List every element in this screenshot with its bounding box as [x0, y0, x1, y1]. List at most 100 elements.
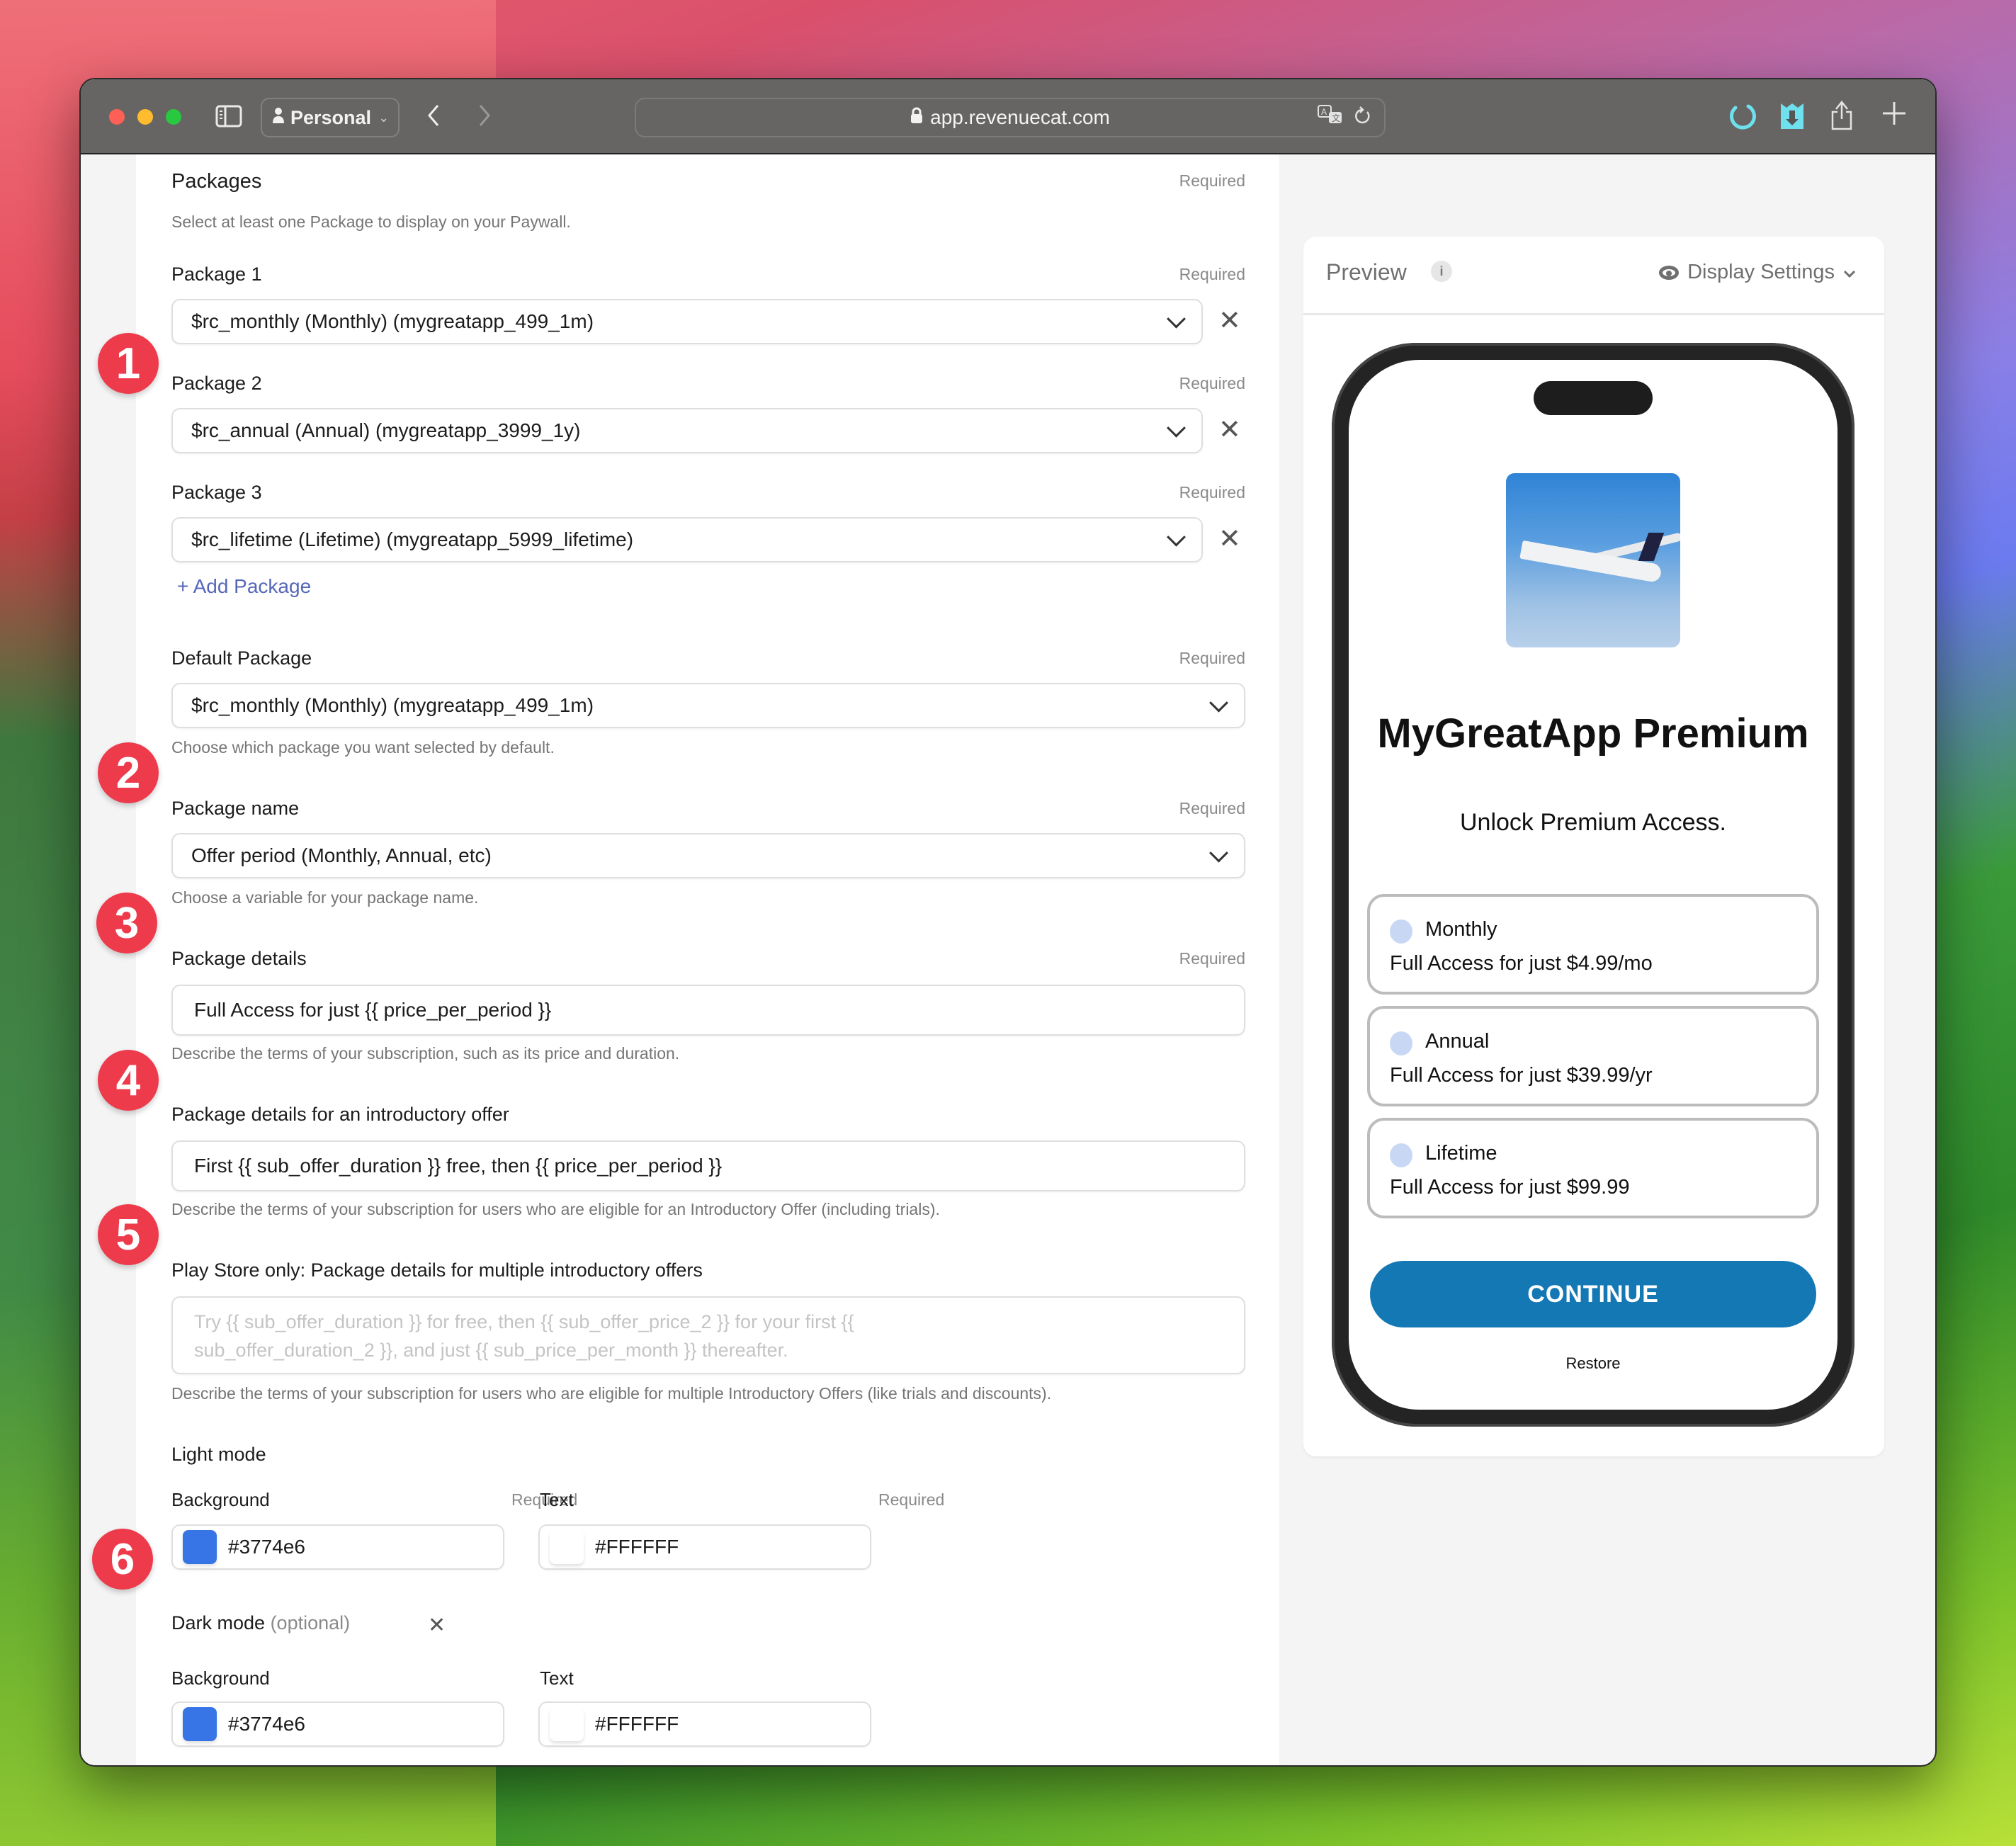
package-name-select[interactable]: Offer period (Monthly, Annual, etc) [171, 833, 1245, 878]
step-badge-3: 3 [96, 893, 157, 953]
chevron-down-icon [1167, 418, 1186, 438]
light-text-swatch[interactable] [550, 1530, 584, 1564]
plan-name: Lifetime [1425, 1142, 1497, 1165]
profile-switcher[interactable]: Personal ⌄ [261, 98, 400, 137]
multi-intro-placeholder-line-1: Try {{ sub_offer_duration }} for free, t… [194, 1311, 854, 1332]
package-2-label: Package 2 [171, 373, 262, 394]
display-settings-dropdown[interactable]: Display Settings [1659, 261, 1856, 284]
light-background-swatch[interactable] [183, 1530, 217, 1564]
dark-text-label: Text [540, 1667, 574, 1689]
package-details-input[interactable]: Full Access for just {{ price_per_period… [171, 985, 1245, 1036]
plan-option-lifetime[interactable]: Lifetime Full Access for just $99.99 [1367, 1118, 1819, 1218]
required-label: Required [878, 1490, 945, 1509]
dark-background-swatch[interactable] [183, 1707, 217, 1741]
reload-icon[interactable] [1353, 105, 1371, 133]
new-tab-icon[interactable] [1881, 101, 1907, 130]
required-label: Required [1179, 171, 1245, 190]
intro-offer-help: Describe the terms of your subscription … [171, 1200, 940, 1218]
address-bar[interactable]: app.revenuecat.com A文 [635, 98, 1386, 137]
plan-description: Full Access for just $99.99 [1390, 1176, 1630, 1199]
plan-description: Full Access for just $4.99/mo [1390, 952, 1653, 975]
continue-button[interactable]: CONTINUE [1370, 1261, 1816, 1327]
package-2-select[interactable]: $rc_annual (Annual) (mygreatapp_3999_1y) [171, 408, 1203, 453]
chevron-down-icon [1209, 843, 1228, 863]
default-package-label: Default Package [171, 647, 312, 669]
plan-option-monthly[interactable]: Monthly Full Access for just $4.99/mo [1367, 894, 1819, 995]
hero-image-airplane [1506, 473, 1680, 647]
add-package-link[interactable]: + Add Package [177, 575, 311, 598]
zoom-window-button[interactable] [166, 109, 181, 125]
extension-icon[interactable] [1779, 102, 1805, 135]
dark-background-color-input[interactable]: #3774e6 [171, 1701, 504, 1747]
browser-window: Personal ⌄ app.revenuecat.com A文 Package… [79, 78, 1937, 1767]
paywall-subtitle: Unlock Premium Access. [1460, 809, 1726, 836]
chevron-down-icon [1167, 309, 1186, 329]
dark-mode-optional: (optional) [270, 1612, 351, 1633]
multi-intro-textarea[interactable]: Try {{ sub_offer_duration }} for free, t… [171, 1296, 1245, 1374]
profile-label: Personal [290, 106, 372, 128]
restore-link[interactable]: Restore [1349, 1354, 1837, 1373]
package-3-select[interactable]: $rc_lifetime (Lifetime) (mygreatapp_5999… [171, 517, 1203, 562]
eye-icon [1659, 265, 1680, 280]
light-text-value: #FFFFFF [595, 1536, 679, 1558]
radio-icon [1390, 1143, 1412, 1167]
package-1-label: Package 1 [171, 264, 262, 285]
plan-option-annual[interactable]: Annual Full Access for just $39.99/yr [1367, 1006, 1819, 1106]
dark-mode-title: Dark mode (optional) [171, 1612, 350, 1634]
required-label: Required [1179, 374, 1245, 392]
dark-text-swatch[interactable] [550, 1707, 584, 1741]
required-label: Required [1179, 949, 1245, 968]
paywall-form-panel: Packages Required Select at least one Pa… [136, 154, 1279, 1765]
packages-help: Select at least one Package to display o… [171, 213, 571, 231]
package-2-value: $rc_annual (Annual) (mygreatapp_3999_1y) [191, 419, 581, 441]
package-1-select[interactable]: $rc_monthly (Monthly) (mygreatapp_499_1m… [171, 299, 1203, 344]
default-package-select[interactable]: $rc_monthly (Monthly) (mygreatapp_499_1m… [171, 683, 1245, 728]
remove-package-1-button[interactable]: ✕ [1218, 307, 1241, 334]
package-1-value: $rc_monthly (Monthly) (mygreatapp_499_1m… [191, 310, 594, 332]
translate-icon[interactable]: A文 [1318, 105, 1343, 133]
minimize-window-button[interactable] [137, 109, 153, 125]
light-background-label: Background [171, 1489, 270, 1510]
multi-intro-placeholder-line-2: sub_offer_duration_2 }}, and just {{ sub… [194, 1340, 788, 1361]
phone-mockup: MyGreatApp Premium Unlock Premium Access… [1332, 343, 1854, 1427]
back-icon[interactable] [426, 103, 441, 132]
chevron-down-icon: ⌄ [378, 110, 390, 125]
preview-title: Preview [1326, 259, 1407, 285]
default-package-value: $rc_monthly (Monthly) (mygreatapp_499_1m… [191, 694, 594, 716]
info-icon[interactable]: i [1431, 261, 1452, 282]
package-name-value: Offer period (Monthly, Annual, etc) [191, 844, 492, 866]
remove-package-2-button[interactable]: ✕ [1218, 417, 1241, 443]
dark-background-value: #3774e6 [228, 1713, 306, 1735]
light-background-value: #3774e6 [228, 1536, 306, 1558]
required-label: Required [1179, 483, 1245, 502]
intro-offer-value: First {{ sub_offer_duration }} free, the… [194, 1155, 723, 1177]
dynamic-island [1534, 381, 1653, 415]
sidebar-toggle-icon[interactable] [215, 105, 242, 132]
plan-name: Monthly [1425, 918, 1497, 941]
intro-offer-input[interactable]: First {{ sub_offer_duration }} free, the… [171, 1140, 1245, 1191]
dark-text-value: #FFFFFF [595, 1713, 679, 1735]
light-text-color-input[interactable]: #FFFFFF [538, 1524, 871, 1570]
radio-icon [1390, 1031, 1412, 1055]
chevron-down-icon [1209, 693, 1228, 713]
multi-intro-label: Play Store only: Package details for mul… [171, 1259, 703, 1281]
chevron-down-icon [1167, 527, 1186, 547]
required-label: Required [1179, 799, 1245, 817]
intro-offer-label: Package details for an introductory offe… [171, 1104, 509, 1125]
person-icon [272, 107, 285, 129]
browser-titlebar: Personal ⌄ app.revenuecat.com A文 [81, 79, 1935, 154]
required-label: Required [1179, 649, 1245, 667]
forward-icon[interactable] [477, 103, 492, 132]
close-window-button[interactable] [109, 109, 125, 125]
paywall-title: MyGreatApp Premium [1377, 710, 1809, 757]
remove-package-3-button[interactable]: ✕ [1218, 526, 1241, 553]
step-badge-1: 1 [98, 333, 159, 394]
remove-dark-mode-button[interactable]: ✕ [428, 1612, 446, 1639]
dark-text-color-input[interactable]: #FFFFFF [538, 1701, 871, 1747]
dark-background-label: Background [171, 1667, 270, 1689]
light-mode-title: Light mode [171, 1444, 266, 1465]
preview-card: Preview i Display Settings MyGreatApp Pr… [1303, 237, 1884, 1456]
light-background-color-input[interactable]: #3774e6 [171, 1524, 504, 1570]
svg-text:A: A [1321, 107, 1327, 117]
share-icon[interactable] [1830, 99, 1853, 135]
